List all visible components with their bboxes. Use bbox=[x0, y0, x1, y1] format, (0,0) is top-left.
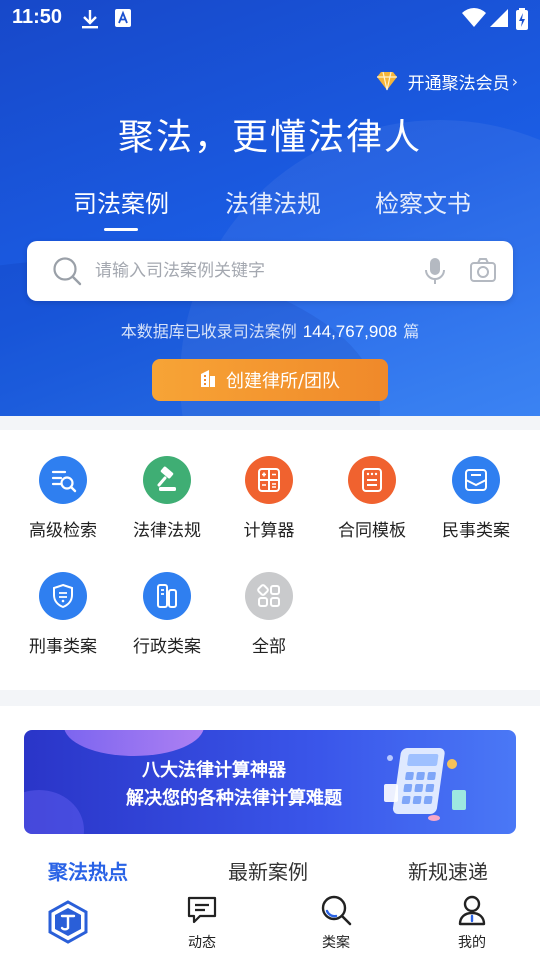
calculator-illustration-icon bbox=[380, 744, 470, 828]
grid-label: 刑事类案 bbox=[29, 637, 97, 657]
nav-label: 我的 bbox=[458, 935, 486, 951]
tab-jufa-hot[interactable]: 聚法热点 bbox=[48, 856, 128, 885]
jufa-logo-icon bbox=[47, 900, 89, 948]
news-tabs: 聚法热点 最新案例 新规速递 bbox=[0, 856, 540, 890]
tab-latest-cases[interactable]: 最新案例 bbox=[228, 856, 308, 885]
message-icon bbox=[186, 896, 218, 930]
db-count-number: 144,767,908 bbox=[302, 322, 398, 341]
nav-feed[interactable]: 动态 bbox=[147, 894, 257, 952]
grid-label: 全部 bbox=[252, 637, 286, 657]
create-firm-label: 创建律所/团队 bbox=[225, 371, 341, 392]
database-count: 本数据库已收录司法案例 144,767,908 篇 bbox=[0, 318, 540, 342]
all-apps-icon bbox=[245, 572, 293, 620]
chevron-right-icon: › bbox=[511, 71, 518, 91]
feature-grid: 高级检索 法律法规 计算器 合同模板 民事类案 刑事类案 行政类案 全部 bbox=[0, 430, 540, 690]
advanced-search-icon bbox=[39, 456, 87, 504]
slogan: 聚法，更懂法律人 bbox=[117, 117, 422, 158]
search-icon bbox=[319, 895, 353, 930]
nav-home[interactable] bbox=[13, 900, 123, 948]
db-count-suffix: 篇 bbox=[403, 322, 420, 341]
grid-item-calculator[interactable]: 计算器 bbox=[215, 456, 323, 541]
grid-label: 法律法规 bbox=[133, 521, 201, 541]
grid-label: 计算器 bbox=[243, 521, 295, 541]
user-icon bbox=[456, 895, 488, 930]
font-app-icon bbox=[114, 8, 132, 32]
tab-procuratorate-docs[interactable]: 检察文书 bbox=[372, 184, 474, 219]
search-box bbox=[27, 241, 513, 301]
nav-label: 类案 bbox=[322, 935, 350, 951]
grid-label: 行政类案 bbox=[133, 637, 201, 657]
nav-profile[interactable]: 我的 bbox=[417, 894, 527, 952]
calculator-icon bbox=[245, 456, 293, 504]
tab-laws-regulations[interactable]: 法律法规 bbox=[222, 184, 324, 219]
grid-item-all[interactable]: 全部 bbox=[215, 572, 323, 657]
grid-item-civil-cases[interactable]: 民事类案 bbox=[422, 456, 530, 541]
category-tabs: 司法案例 法律法规 检察文书 bbox=[0, 184, 540, 231]
nav-similar-cases[interactable]: 类案 bbox=[281, 894, 391, 952]
gavel-icon bbox=[143, 456, 191, 504]
nav-label: 动态 bbox=[188, 935, 216, 951]
vip-label: 开通聚法会员 bbox=[407, 73, 510, 94]
grid-item-laws[interactable]: 法律法规 bbox=[113, 456, 221, 541]
tab-judicial-cases[interactable]: 司法案例 bbox=[70, 184, 172, 231]
calculator-promo-banner[interactable]: 八大法律计算神器 解决您的各种法律计算难题 bbox=[24, 730, 516, 834]
microphone-icon[interactable] bbox=[423, 257, 447, 289]
status-bar: 11:50 bbox=[0, 0, 540, 38]
wifi-icon bbox=[462, 8, 486, 32]
grid-label: 民事类案 bbox=[442, 521, 510, 541]
admin-case-icon bbox=[143, 572, 191, 620]
decor-blob bbox=[64, 730, 204, 756]
grid-item-contract-template[interactable]: 合同模板 bbox=[318, 456, 426, 541]
grid-item-criminal-cases[interactable]: 刑事类案 bbox=[9, 572, 117, 657]
create-firm-button[interactable]: 创建律所/团队 bbox=[152, 359, 388, 401]
grid-item-advanced-search[interactable]: 高级检索 bbox=[9, 456, 117, 541]
signal-icon bbox=[490, 8, 508, 32]
header-banner: 11:50 开通聚法会员 › 聚法，更懂法律人 司法案例 法律法规 检察文书 请… bbox=[0, 0, 540, 416]
vip-link[interactable]: 开通聚法会员 › bbox=[376, 68, 518, 94]
search-icon bbox=[51, 255, 83, 291]
diamond-icon bbox=[376, 71, 398, 91]
shield-icon bbox=[39, 572, 87, 620]
status-time: 11:50 bbox=[12, 6, 63, 28]
building-icon bbox=[200, 368, 216, 393]
download-icon bbox=[80, 8, 100, 34]
tab-new-regulations[interactable]: 新规速递 bbox=[408, 856, 488, 885]
search-input[interactable] bbox=[95, 255, 395, 287]
envelope-icon bbox=[452, 456, 500, 504]
grid-label: 高级检索 bbox=[29, 521, 97, 541]
camera-icon[interactable] bbox=[469, 257, 497, 287]
contract-icon bbox=[348, 456, 396, 504]
bottom-navigation: 动态 类案 我的 bbox=[0, 888, 540, 960]
banner-line1: 八大法律计算神器 bbox=[142, 760, 286, 781]
grid-item-administrative-cases[interactable]: 行政类案 bbox=[113, 572, 221, 657]
db-count-prefix: 本数据库已收录司法案例 bbox=[120, 322, 297, 341]
grid-label: 合同模板 bbox=[338, 521, 406, 541]
battery-icon bbox=[516, 8, 528, 34]
